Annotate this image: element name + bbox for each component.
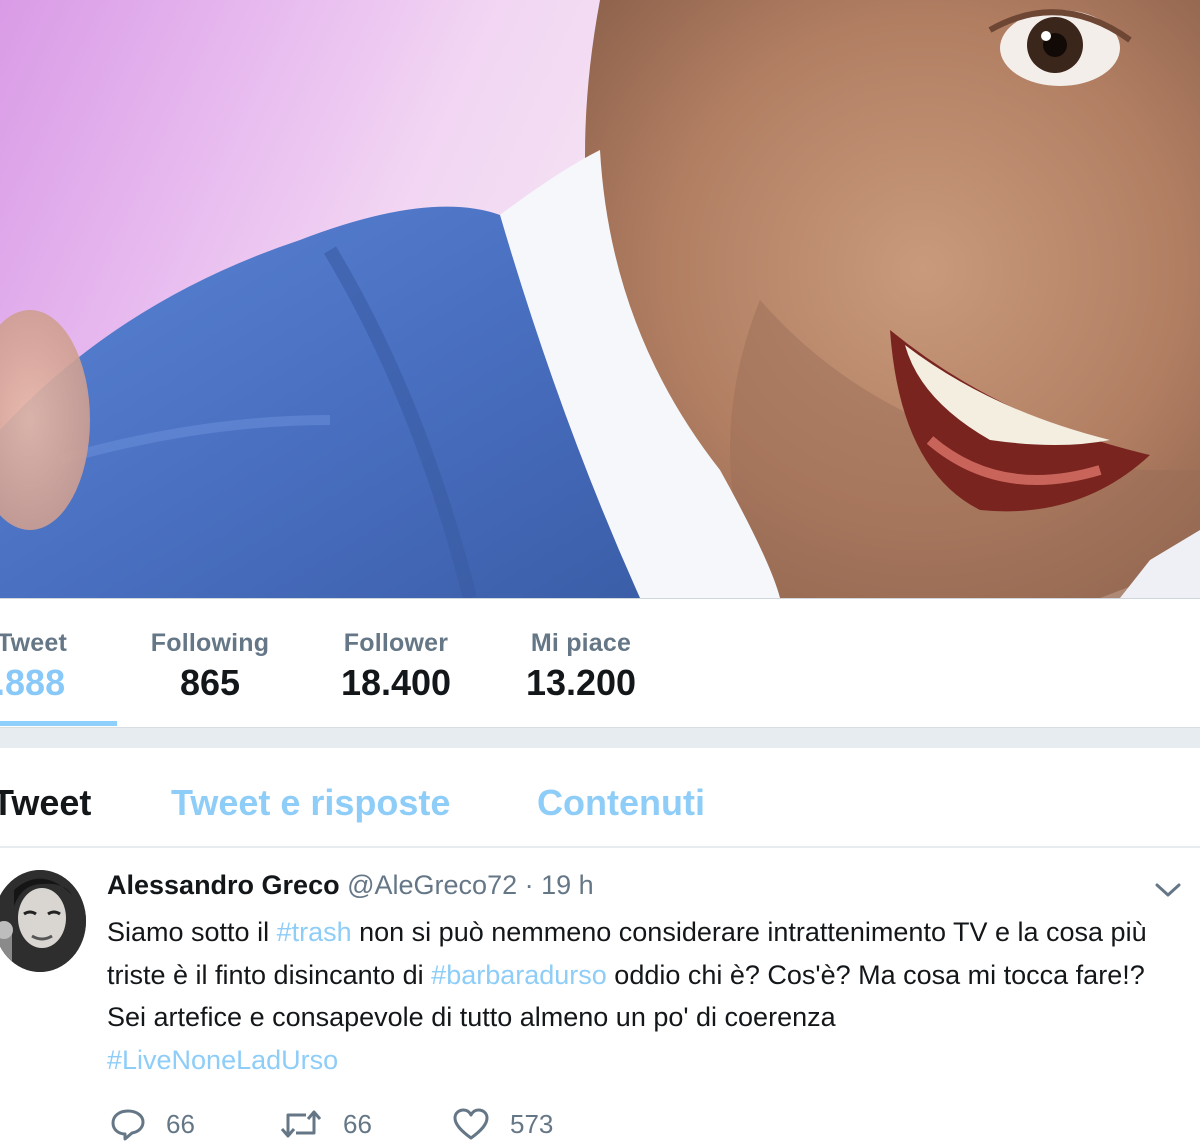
stat-following[interactable]: Following 865 (145, 629, 275, 704)
tweet-header: Alessandro Greco @AleGreco72 · 19 h (107, 870, 594, 901)
section-divider (0, 728, 1200, 748)
like-button[interactable]: 573 (452, 1104, 553, 1144)
profile-header-photo[interactable] (0, 0, 1200, 598)
separator-dot: · (524, 870, 534, 900)
hashtag-link[interactable]: #barbaradurso (431, 960, 607, 990)
author-name[interactable]: Alessandro Greco (107, 870, 340, 900)
timeline-tabs: Tweet Tweet e risposte Contenuti (0, 748, 1200, 848)
stat-followers[interactable]: Follower 18.400 (330, 629, 462, 704)
profile-stats-nav: Tweet 4.888 Following 865 Follower 18.40… (0, 598, 1200, 729)
hashtag-link[interactable]: #trash (277, 917, 352, 947)
stat-tweets[interactable]: Tweet 4.888 (0, 629, 117, 704)
retweet-count: 66 (343, 1108, 372, 1139)
like-count: 573 (510, 1108, 554, 1139)
tab-tweets[interactable]: Tweet (0, 782, 91, 824)
stat-label: Mi piace (530, 629, 632, 657)
active-stat-indicator (0, 721, 117, 726)
avatar-portrait-icon (0, 870, 86, 972)
stat-value: 4.888 (0, 662, 66, 703)
stat-value: 865 (179, 662, 241, 703)
tab-tweets-and-replies[interactable]: Tweet e risposte (171, 782, 450, 824)
author-handle[interactable]: @AleGreco72 (347, 870, 517, 900)
tweet-timestamp[interactable]: 19 h (541, 870, 594, 900)
reply-button[interactable]: 66 (110, 1104, 195, 1144)
retweet-button[interactable]: 66 (279, 1104, 372, 1144)
header-photo-illustration (0, 0, 1200, 598)
stat-label: Following (150, 629, 270, 657)
tweet-text: Siamo sotto il #trash non si può nemmeno… (107, 911, 1177, 1081)
reply-icon (111, 1109, 145, 1141)
tab-media[interactable]: Contenuti (537, 782, 705, 824)
retweet-icon (280, 1110, 322, 1138)
tweet-text-part: Siamo sotto il (107, 917, 277, 947)
hashtag-link[interactable]: #LiveNoneLadUrso (107, 1045, 338, 1075)
stat-likes[interactable]: Mi piace 13.200 (515, 629, 647, 704)
reply-count: 66 (166, 1108, 195, 1139)
tweet-item[interactable]: Alessandro Greco @AleGreco72 · 19 h Siam… (0, 848, 1200, 1141)
stat-label: Follower (343, 629, 449, 657)
stat-label: Tweet (0, 629, 67, 657)
heart-icon (453, 1108, 489, 1140)
chevron-down-icon[interactable] (1153, 880, 1183, 900)
stat-value: 13.200 (525, 662, 637, 703)
stat-value: 18.400 (340, 662, 452, 703)
avatar[interactable] (0, 870, 86, 972)
